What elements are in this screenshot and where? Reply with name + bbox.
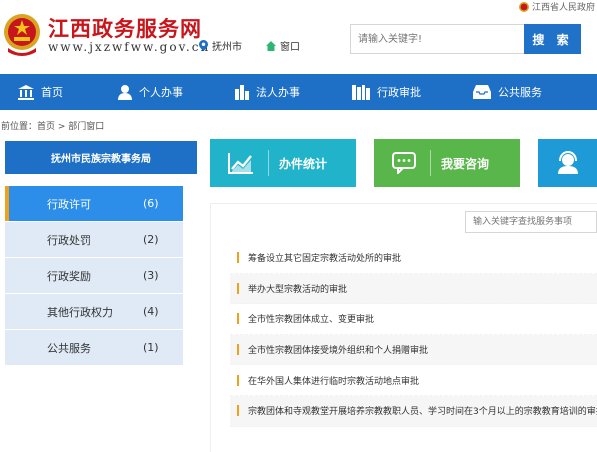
service-item[interactable]: 举办大型宗教活动的审批 bbox=[230, 273, 597, 305]
tile-divider bbox=[268, 150, 269, 176]
service-item-title: 全市性宗教团体成立、变更审批 bbox=[248, 315, 375, 326]
service-item-title: 筹备设立其它固定宗教活动处所的审批 bbox=[248, 254, 402, 265]
tile-divider bbox=[430, 150, 431, 176]
breadcrumb-separator: > bbox=[55, 122, 69, 132]
location-label: 抚州市 bbox=[212, 42, 242, 53]
chat-bubble-icon bbox=[392, 152, 416, 174]
service-item[interactable]: 全市性宗教团体成立、变更审批 bbox=[230, 304, 597, 335]
site-header: 江西政务服务网 www.jxzwfww.gov.cn 抚州市 窗口 江西省人民政… bbox=[0, 0, 597, 74]
breadcrumb-home[interactable]: 首页 bbox=[37, 122, 55, 132]
category-item-administrative-penalty[interactable]: 行政处罚 (2) bbox=[5, 222, 183, 257]
home-icon bbox=[266, 40, 276, 51]
breadcrumb: 前位置：首页 > 部门窗口 bbox=[1, 119, 104, 132]
nav-item-corporate[interactable]: 法人办事 bbox=[235, 74, 300, 110]
national-emblem-icon[interactable] bbox=[2, 10, 42, 58]
category-label: 行政处罚 bbox=[47, 233, 91, 247]
emblem-small-icon bbox=[518, 1, 529, 12]
nav-label-corporate: 法人办事 bbox=[256, 86, 300, 99]
nav-item-home[interactable]: 首页 bbox=[18, 74, 63, 110]
site-url: www.jxzwfww.gov.cn bbox=[48, 40, 211, 54]
service-item-list: 筹备设立其它固定宗教活动处所的审批 举办大型宗教活动的审批 全市性宗教团体成立、… bbox=[230, 243, 597, 427]
item-marker bbox=[237, 344, 239, 356]
service-filter-input[interactable] bbox=[465, 211, 597, 233]
category-count: (4) bbox=[143, 305, 159, 318]
category-item-other-powers[interactable]: 其他行政权力 (4) bbox=[5, 294, 183, 329]
site-search: 搜 索 bbox=[350, 24, 581, 54]
department-title: 抚州市民族宗教事务局 bbox=[5, 141, 197, 174]
main-nav: 首页 个人办事 法人办事 行政审批 公共服务 bbox=[0, 74, 597, 110]
statistics-tile[interactable]: 办件统计 bbox=[210, 139, 356, 187]
consult-tile[interactable]: 我要咨询 bbox=[374, 139, 520, 187]
category-label: 其他行政权力 bbox=[47, 305, 113, 319]
provincial-gov-label: 江西省人民政府 bbox=[531, 3, 595, 13]
nav-item-approval[interactable]: 行政审批 bbox=[352, 74, 421, 110]
item-marker bbox=[237, 405, 239, 417]
service-item[interactable]: 筹备设立其它固定宗教活动处所的审批 bbox=[230, 243, 597, 274]
breadcrumb-prefix: 前位置： bbox=[1, 122, 38, 132]
window-label: 窗口 bbox=[280, 42, 300, 53]
item-marker bbox=[237, 282, 239, 294]
category-count: (6) bbox=[143, 197, 159, 210]
category-item-public-service[interactable]: 公共服务 (1) bbox=[5, 330, 183, 365]
window-link[interactable]: 窗口 bbox=[266, 38, 300, 53]
inbox-icon bbox=[473, 85, 491, 99]
statistics-tile-label: 办件统计 bbox=[279, 156, 328, 171]
item-marker bbox=[237, 252, 239, 264]
nav-item-personal[interactable]: 个人办事 bbox=[118, 74, 183, 110]
item-marker bbox=[237, 374, 239, 386]
books-icon bbox=[352, 84, 370, 100]
service-item[interactable]: 全市性宗教团体接受境外组织和个人捐赠审批 bbox=[230, 334, 597, 366]
service-item[interactable]: 在华外国人集体进行临时宗教活动地点审批 bbox=[230, 365, 597, 396]
category-item-administrative-license[interactable]: 行政许可 (6) bbox=[5, 186, 183, 221]
provincial-gov-link[interactable]: 江西省人民政府 bbox=[518, 0, 595, 13]
customer-service-icon bbox=[558, 151, 578, 174]
service-item-title: 举办大型宗教活动的审批 bbox=[248, 284, 348, 295]
category-list: 行政许可 (6) 行政处罚 (2) 行政奖励 (3) 其他行政权力 (4) 公共… bbox=[5, 186, 183, 366]
service-item-title: 宗教团体和寺观教堂开展培养宗教教职人员、学习时间在3个月以上的宗教教育培训的审批 bbox=[248, 407, 597, 418]
service-item-title: 在华外国人集体进行临时宗教活动地点审批 bbox=[248, 376, 420, 387]
search-button[interactable]: 搜 索 bbox=[524, 24, 581, 54]
line-chart-icon bbox=[228, 153, 253, 174]
breadcrumb-current: 部门窗口 bbox=[68, 122, 105, 132]
category-label: 行政奖励 bbox=[47, 269, 91, 283]
nav-label-public-service: 公共服务 bbox=[498, 86, 542, 99]
person-icon bbox=[118, 84, 132, 100]
nav-label-personal: 个人办事 bbox=[139, 86, 183, 99]
consult-tile-label: 我要咨询 bbox=[441, 156, 490, 171]
location-selector[interactable]: 抚州市 bbox=[199, 38, 242, 53]
nav-label-home: 首页 bbox=[41, 86, 63, 99]
service-item[interactable]: 宗教团体和寺观教堂开展培养宗教教职人员、学习时间在3个月以上的宗教教育培训的审批 bbox=[230, 395, 597, 427]
site-title[interactable]: 江西政务服务网 bbox=[48, 13, 202, 43]
category-label: 公共服务 bbox=[47, 341, 91, 355]
search-input[interactable] bbox=[350, 24, 524, 54]
item-marker bbox=[237, 313, 239, 325]
category-count: (1) bbox=[143, 341, 159, 354]
service-item-title: 全市性宗教团体接受境外组织和个人捐赠审批 bbox=[248, 346, 429, 357]
customer-service-tile[interactable] bbox=[538, 139, 597, 187]
nav-item-public-service[interactable]: 公共服务 bbox=[473, 74, 542, 110]
category-item-administrative-reward[interactable]: 行政奖励 (3) bbox=[5, 258, 183, 293]
building-icon bbox=[235, 84, 249, 100]
nav-label-approval: 行政审批 bbox=[377, 86, 421, 99]
map-pin-icon bbox=[199, 40, 208, 51]
category-count: (3) bbox=[143, 269, 159, 282]
category-label: 行政许可 bbox=[47, 197, 91, 211]
bank-icon bbox=[18, 84, 34, 100]
category-count: (2) bbox=[143, 233, 159, 246]
